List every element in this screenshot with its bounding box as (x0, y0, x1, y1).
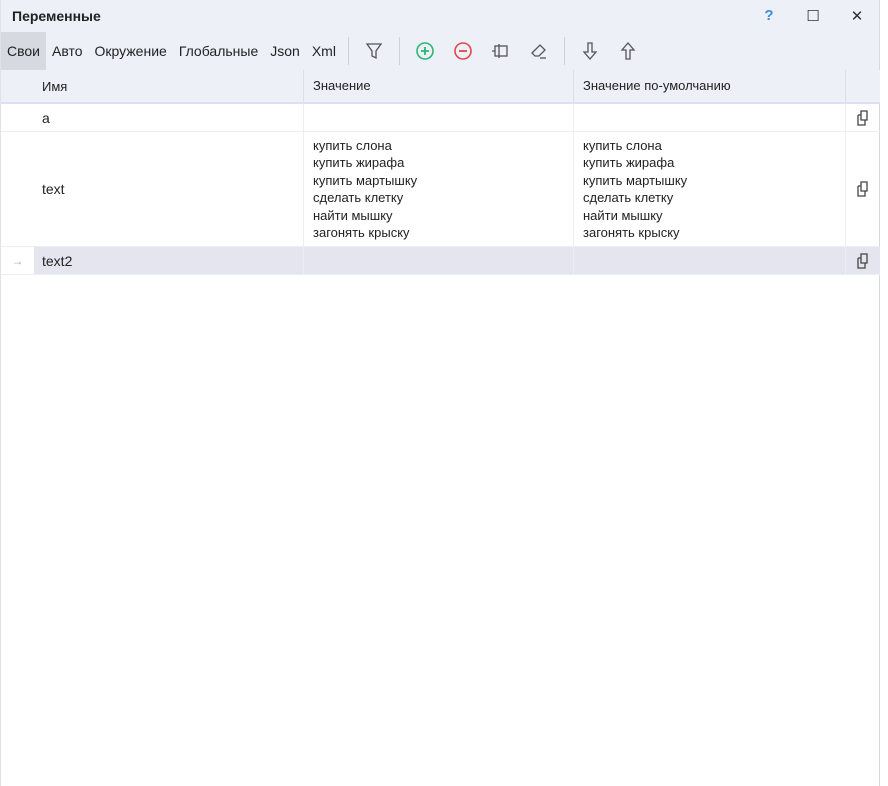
cell-line: найти мышку (313, 207, 393, 223)
tab-environment[interactable]: Окружение (89, 32, 173, 70)
divider (398, 37, 400, 65)
cell-line: купить жирафа (313, 155, 405, 170)
copy-icon[interactable] (846, 104, 880, 131)
table-row[interactable]: a (1, 104, 880, 132)
cell-value[interactable] (304, 247, 574, 274)
cell-line: купить мартышку (583, 172, 688, 188)
filter-icon[interactable] (355, 32, 393, 70)
eraser-icon[interactable] (520, 32, 558, 70)
cell-name[interactable]: a (34, 104, 304, 131)
table-row[interactable]: → text2 (1, 247, 880, 275)
window-title: Переменные (12, 8, 101, 24)
cell-name[interactable]: text (34, 132, 304, 246)
tab-json[interactable]: Json (264, 32, 306, 70)
cell-default[interactable] (574, 104, 846, 131)
cell-line: купить слона (313, 137, 392, 153)
maximize-button[interactable]: ☐ (791, 7, 835, 25)
cell-value[interactable] (304, 104, 574, 131)
cell-line: найти мышку (583, 207, 663, 223)
row-marker[interactable]: → (1, 247, 34, 274)
frame-icon[interactable] (482, 32, 520, 70)
copy-icon[interactable] (846, 132, 880, 246)
cell-line: сделать клетку (583, 190, 674, 205)
copy-icon[interactable] (846, 247, 880, 274)
cell-line: купить слона (583, 137, 662, 153)
variables-table: Имя Значение Значение по-умолчанию a text… (1, 70, 880, 275)
add-icon[interactable] (406, 32, 444, 70)
cell-line: купить жирафа (583, 155, 675, 170)
tab-auto[interactable]: Авто (46, 32, 89, 70)
cell-line: загонять крыску (313, 225, 410, 240)
divider (563, 37, 565, 65)
arrow-down-icon[interactable] (571, 32, 609, 70)
cell-default[interactable]: купить слона купить жирафа купить мартышку… (574, 132, 846, 246)
arrow-up-icon[interactable] (609, 32, 647, 70)
help-button[interactable]: ? (747, 7, 791, 25)
column-header-value[interactable]: Значение (304, 70, 574, 102)
cell-value[interactable]: купить слона купить жирафа купить мартышку… (304, 132, 574, 246)
close-button[interactable]: ✕ (835, 7, 879, 25)
tab-global[interactable]: Глобальные (173, 32, 264, 70)
cell-default[interactable] (574, 247, 846, 274)
divider (347, 37, 349, 65)
title-bar: Переменные ? ☐ ✕ (1, 0, 879, 32)
row-marker[interactable] (1, 104, 34, 131)
tab-xml[interactable]: Xml (306, 32, 342, 70)
tab-own[interactable]: Свои (1, 32, 46, 70)
cell-line: купить мартышку (313, 172, 418, 188)
row-header-corner (1, 70, 34, 102)
column-header-name[interactable]: Имя (34, 70, 304, 102)
row-marker[interactable] (1, 132, 34, 246)
column-header-actions (846, 70, 880, 102)
remove-icon[interactable] (444, 32, 482, 70)
table-header: Имя Значение Значение по-умолчанию (1, 70, 880, 104)
toolbar: Свои Авто Окружение Глобальные Json Xml (1, 32, 879, 70)
column-header-default[interactable]: Значение по-умолчанию (574, 70, 846, 102)
cell-name[interactable]: text2 (34, 247, 304, 274)
cell-line: сделать клетку (313, 190, 404, 205)
cell-line: загонять крыску (583, 225, 680, 240)
table-row[interactable]: text купить слона купить жирафа купить март… (1, 132, 880, 247)
variables-window: Переменные ? ☐ ✕ Свои Авто Окружение Гло… (0, 0, 880, 786)
